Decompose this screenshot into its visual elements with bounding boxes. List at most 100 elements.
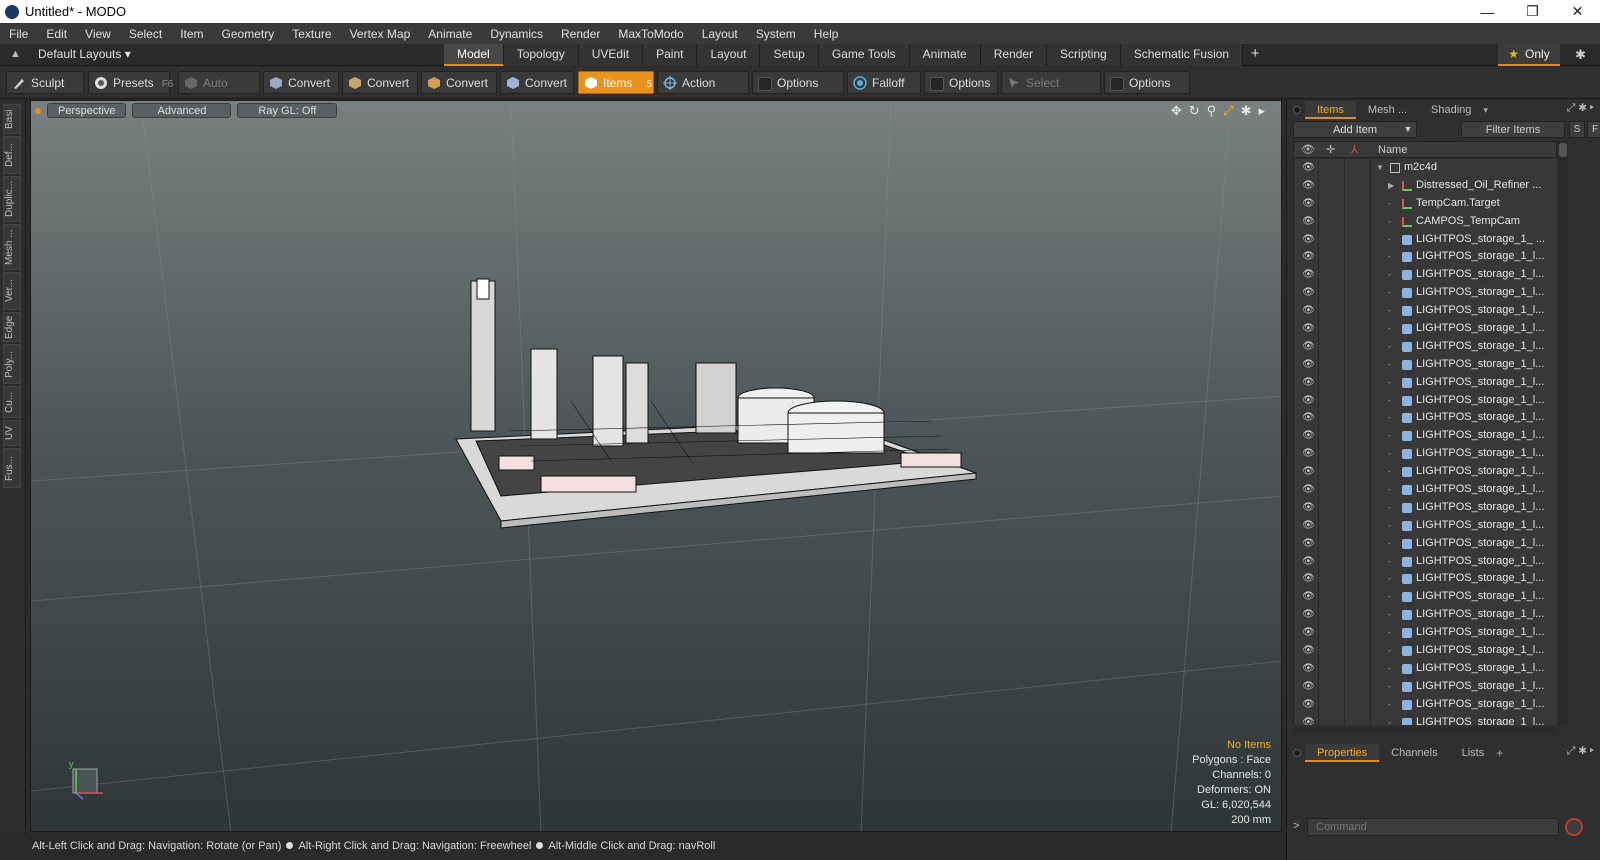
visibility-eye-icon[interactable]: 👁 [1302,231,1315,249]
menu-help[interactable]: Help [805,27,848,41]
menu-vertex-map[interactable]: Vertex Map [341,27,420,41]
tab-deform[interactable]: Def... [3,136,21,174]
menu-file[interactable]: File [0,27,37,41]
panel-pin-icon[interactable] [1293,749,1301,757]
viewport-settings-icon[interactable]: ✱ [1241,103,1252,119]
add-item-dropdown-icon[interactable]: ▼ [1399,121,1417,138]
add-tab-button[interactable]: + [1243,44,1267,66]
menu-maxtomodo[interactable]: MaxToModo [609,27,692,41]
tree-row[interactable]: 👁 - LIGHTPOS_storage_1_l... [1294,302,1557,321]
menu-select[interactable]: Select [120,27,171,41]
zoom-icon[interactable]: ⚲ [1207,103,1217,119]
tab-render[interactable]: Render [980,44,1048,66]
tab-basic[interactable]: Basi [3,104,21,134]
tree-row[interactable]: 👁 - LIGHTPOS_storage_1_l... [1294,284,1557,303]
properties-settings-icon[interactable]: ⤢ ✱ ▸ [1567,745,1594,758]
visibility-eye-icon[interactable]: 👁 [1302,642,1315,660]
tab-shading[interactable]: Shading [1419,101,1483,119]
expand-arrow-icon[interactable]: ▸ [1258,103,1265,119]
convert-button-4[interactable]: Convert [500,71,574,94]
visibility-eye-icon[interactable]: 👁 [1302,517,1315,535]
visibility-eye-icon[interactable]: 👁 [1302,356,1315,374]
sculpt-button[interactable]: Sculpt [6,71,84,94]
tab-animate[interactable]: Animate [909,44,981,66]
collapse-arrow-icon[interactable]: ▶ [1388,177,1394,195]
tab-setup[interactable]: Setup [760,44,819,66]
visibility-eye-icon[interactable]: 👁 [1302,678,1315,696]
falloff-options-button[interactable]: Options [924,71,998,94]
visibility-eye-icon[interactable]: 👁 [1302,392,1315,410]
default-layouts-dropdown[interactable]: Default Layouts ▾ [38,47,131,61]
gear-icon[interactable]: ✱ [1575,47,1586,63]
tree-row[interactable]: 👁 - LIGHTPOS_storage_1_l... [1294,445,1557,464]
visibility-eye-icon[interactable]: 👁 [1302,481,1315,499]
rotate-icon[interactable]: ↻ [1189,103,1200,119]
visibility-eye-icon[interactable]: 👁 [1302,660,1315,678]
select-through-button[interactable]: Select Through [1001,71,1101,113]
locator-column-icon[interactable]: ⅄ [1351,143,1358,156]
maximize-viewport-icon[interactable]: ⤢ [1223,103,1233,119]
menu-view[interactable]: View [76,27,120,41]
convert-button-1[interactable]: Convert [263,71,339,94]
menu-item[interactable]: Item [171,27,212,41]
tree-row[interactable]: 👁 - LIGHTPOS_storage_1_l... [1294,409,1557,428]
3d-viewport[interactable]: y Perspective Advanced Ray GL: Off ✥ ↻ ⚲… [30,100,1282,832]
s-button[interactable]: S [1569,121,1585,138]
menu-texture[interactable]: Texture [283,27,340,41]
visibility-eye-icon[interactable]: 👁 [1302,499,1315,517]
visibility-eye-icon[interactable]: 👁 [1302,624,1315,642]
visibility-eye-icon[interactable]: 👁 [1302,159,1315,177]
item-list-scrollbar[interactable] [1558,141,1568,725]
tab-vertex[interactable]: Ver... [3,272,21,310]
visibility-eye-icon[interactable]: 👁 [1302,213,1315,231]
action-center-button[interactable]: Action Center [657,71,749,113]
tab-uv[interactable]: UV [3,420,21,446]
tree-row[interactable]: 👁 - LIGHTPOS_storage_1_l... [1294,266,1557,285]
tab-topology[interactable]: Topology [503,44,579,66]
tree-row[interactable]: 👁 - LIGHTPOS_storage_1_l... [1294,659,1557,678]
view-mode-dropdown[interactable]: Perspective [47,103,127,118]
visibility-eye-icon[interactable]: 👁 [1302,248,1315,266]
items-mode-button[interactable]: Items 5 [578,71,654,94]
tab-edge[interactable]: Edge [3,312,21,342]
visibility-eye-icon[interactable]: 👁 [1302,409,1315,427]
visibility-eye-icon[interactable]: 👁 [1302,553,1315,571]
tab-fusion[interactable]: Fus... [3,448,21,488]
auto-select-button[interactable]: Auto Select [178,71,260,113]
menu-edit[interactable]: Edit [37,27,76,41]
tree-row[interactable]: 👁 - LIGHTPOS_storage_1_l... [1294,534,1557,553]
tab-schematic-fusion[interactable]: Schematic Fusion [1120,44,1244,66]
tree-row[interactable]: 👁 - LIGHTPOS_storage_1_l... [1294,355,1557,374]
visibility-eye-icon[interactable]: 👁 [1302,427,1315,445]
presets-button[interactable]: Presets F6 [88,71,173,94]
visibility-column-icon[interactable]: 👁 [1301,143,1315,156]
tree-row[interactable]: 👁 - LIGHTPOS_storage_1_l... [1294,320,1557,338]
tab-model[interactable]: Model [444,44,504,66]
tree-row[interactable]: 👁 - LIGHTPOS_storage_1_l... [1294,373,1557,392]
tree-row[interactable]: 👁 - LIGHTPOS_storage_1_l... [1294,552,1557,571]
viewport-options-icon[interactable] [35,108,41,114]
tree-row[interactable]: 👁 - LIGHTPOS_storage_1_l... [1294,570,1557,589]
expand-arrow-icon[interactable]: ▼ [1376,159,1384,177]
menu-dynamics[interactable]: Dynamics [481,27,552,41]
lock-column-icon[interactable]: ✛ [1326,143,1335,156]
tree-row[interactable]: 👁 - LIGHTPOS_storage_1_l... [1294,427,1557,446]
only-button[interactable]: ★ Only [1498,44,1560,66]
visibility-eye-icon[interactable]: 👁 [1302,535,1315,553]
tab-lists[interactable]: Lists [1450,744,1497,762]
tree-row[interactable]: 👁 - LIGHTPOS_storage_1_l... [1294,713,1557,725]
menu-animate[interactable]: Animate [419,27,481,41]
command-input[interactable] [1307,818,1559,836]
tab-scripting[interactable]: Scripting [1047,44,1121,66]
tab-uvedit[interactable]: UVEdit [578,44,644,66]
visibility-eye-icon[interactable]: 👁 [1302,588,1315,606]
tab-items[interactable]: Items [1305,101,1356,119]
visibility-eye-icon[interactable]: 👁 [1302,714,1315,725]
raygl-toggle[interactable]: Ray GL: Off [237,103,338,118]
menu-system[interactable]: System [747,27,805,41]
tree-row[interactable]: 👁 - LIGHTPOS_storage_1_l... [1294,677,1557,696]
tree-row[interactable]: 👁 - LIGHTPOS_storage_1_l... [1294,463,1557,482]
tab-channels[interactable]: Channels [1379,744,1449,762]
tree-row[interactable]: 👁 - LIGHTPOS_storage_1_l... [1294,481,1557,499]
select-through-options-button[interactable]: Options [1104,71,1190,94]
